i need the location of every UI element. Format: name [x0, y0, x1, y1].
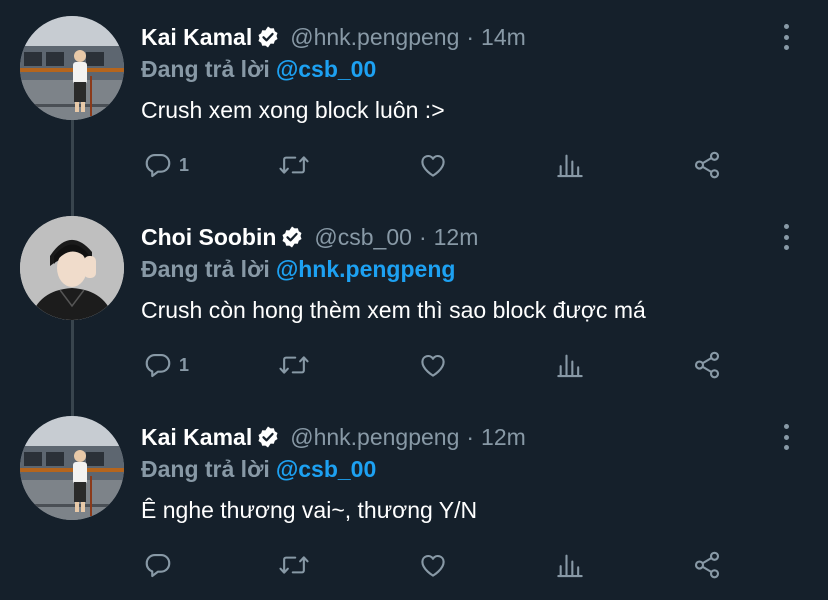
- tweet[interactable]: Choi Soobin @csb_00 · 12m Đang trả lời @h…: [0, 200, 828, 400]
- share-button[interactable]: [692, 148, 722, 182]
- share-icon: [694, 351, 720, 379]
- reply-button[interactable]: 1: [143, 348, 189, 382]
- tweet-header: Choi Soobin @csb_00 · 12m: [141, 222, 478, 252]
- tweet-header: Kai Kamal @hnk.pengpeng · 12m: [141, 422, 526, 452]
- display-name[interactable]: Choi Soobin: [141, 222, 276, 252]
- reply-icon: [145, 353, 171, 378]
- reply-to-handle-link[interactable]: @csb_00: [276, 456, 376, 482]
- user-handle[interactable]: @hnk.pengpeng: [290, 22, 459, 52]
- analytics-button[interactable]: [556, 548, 584, 582]
- timestamp[interactable]: 14m: [481, 22, 526, 52]
- reply-count: 1: [179, 154, 190, 175]
- like-heart-icon: [421, 354, 445, 377]
- more-options-icon[interactable]: [776, 424, 796, 450]
- more-options-icon[interactable]: [776, 224, 796, 250]
- tweet[interactable]: Kai Kamal @hnk.pengpeng · 12m Đang trả l…: [0, 400, 828, 600]
- analytics-icon: [557, 554, 583, 578]
- reply-icon: [145, 553, 171, 578]
- reply-to-handle-link[interactable]: @hnk.pengpeng: [276, 256, 456, 282]
- avatar[interactable]: [20, 416, 124, 520]
- replying-to-label: Đang trả lời: [141, 56, 270, 82]
- replying-to: Đang trả lời @csb_00: [141, 454, 376, 484]
- share-button[interactable]: [692, 348, 722, 382]
- tweet-text: Crush xem xong block luôn :>: [141, 97, 445, 123]
- timestamp[interactable]: 12m: [481, 422, 526, 452]
- display-name[interactable]: Kai Kamal: [141, 422, 252, 452]
- tweet-text: Crush còn hong thèm xem thì sao block đư…: [141, 297, 646, 323]
- replying-to: Đang trả lời @hnk.pengpeng: [141, 254, 455, 284]
- retweet-button[interactable]: [278, 148, 310, 182]
- retweet-icon: [279, 556, 309, 574]
- share-button[interactable]: [692, 548, 722, 582]
- separator: ·: [466, 424, 475, 450]
- like-button[interactable]: [417, 548, 449, 582]
- avatar[interactable]: [20, 16, 124, 120]
- like-heart-icon: [421, 554, 445, 577]
- reply-count: 1: [179, 354, 190, 375]
- reply-button[interactable]: 1: [143, 148, 189, 182]
- replying-to-label: Đang trả lời: [141, 456, 270, 482]
- retweet-button[interactable]: [278, 348, 310, 382]
- reply-icon: [145, 153, 171, 178]
- tweet-header: Kai Kamal @hnk.pengpeng · 14m: [141, 22, 526, 52]
- retweet-button[interactable]: [278, 548, 310, 582]
- avatar[interactable]: [20, 216, 124, 320]
- reply-to-handle-link[interactable]: @csb_00: [276, 56, 376, 82]
- like-button[interactable]: [417, 348, 449, 382]
- tweet[interactable]: Kai Kamal @hnk.pengpeng · 14m Đang trả l…: [0, 0, 828, 200]
- share-icon: [694, 151, 720, 179]
- display-name[interactable]: Kai Kamal: [141, 22, 252, 52]
- replying-to: Đang trả lời @csb_00: [141, 54, 376, 84]
- analytics-button[interactable]: [556, 348, 584, 382]
- analytics-icon: [557, 154, 583, 178]
- retweet-icon: [279, 156, 309, 174]
- verified-badge-icon: [256, 25, 280, 49]
- share-icon: [694, 551, 720, 579]
- like-heart-icon: [421, 154, 445, 177]
- reply-button[interactable]: [143, 548, 179, 582]
- replying-to-label: Đang trả lời: [141, 256, 270, 282]
- analytics-button[interactable]: [556, 148, 584, 182]
- timestamp[interactable]: 12m: [434, 222, 479, 252]
- separator: ·: [466, 24, 475, 50]
- verified-badge-icon: [256, 425, 280, 449]
- more-options-icon[interactable]: [776, 24, 796, 50]
- separator: ·: [418, 224, 427, 250]
- like-button[interactable]: [417, 148, 449, 182]
- analytics-icon: [557, 354, 583, 378]
- user-handle[interactable]: @hnk.pengpeng: [290, 422, 459, 452]
- retweet-icon: [279, 356, 309, 374]
- verified-badge-icon: [280, 225, 304, 249]
- tweet-text: Ê nghe thương vai~, thương Y/N: [141, 497, 478, 523]
- user-handle[interactable]: @csb_00: [314, 222, 412, 252]
